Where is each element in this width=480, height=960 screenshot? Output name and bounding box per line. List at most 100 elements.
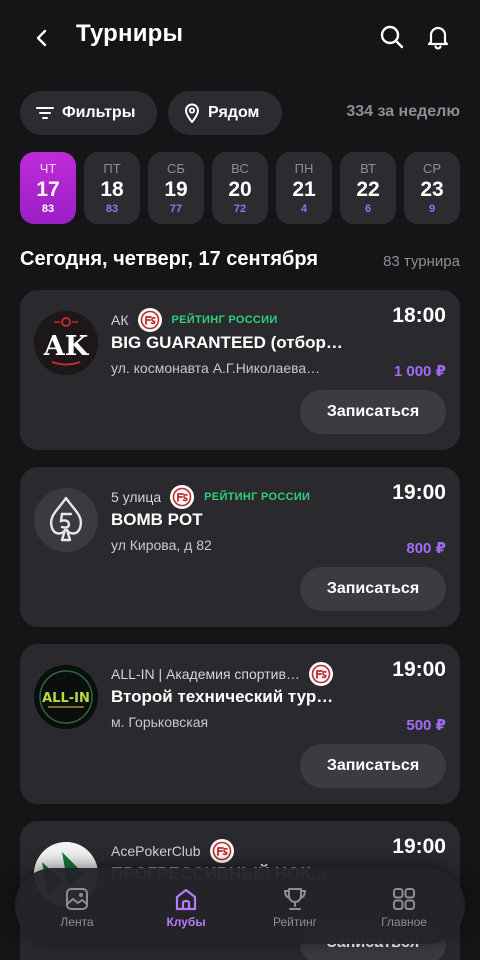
bell-icon — [427, 26, 449, 50]
date-item[interactable]: ЧТ 17 83 — [20, 152, 76, 224]
date-number: 19 — [164, 178, 188, 201]
tournament-name: Второй технический тур… — [111, 687, 334, 706]
notifications-button[interactable] — [423, 22, 453, 52]
date-number: 18 — [100, 178, 124, 201]
nearby-label: Рядом — [208, 104, 260, 121]
date-count: 4 — [300, 203, 308, 215]
tournament-time: 19:00 — [392, 658, 446, 681]
tournament-card[interactable]: 5 улица РЕЙТИНГ РОССИИ 19:00 BOMB POT ул… — [20, 467, 460, 627]
page-title: Турниры — [76, 20, 184, 47]
rating-tag: РЕЙТИНГ РОССИИ — [204, 491, 311, 503]
club-name: AcePokerClub — [111, 843, 201, 859]
date-item[interactable]: ВТ 22 6 — [340, 152, 396, 224]
date-item[interactable]: ПТ 18 83 — [84, 152, 140, 224]
nearby-button[interactable]: Рядом — [168, 91, 282, 135]
nav-item-clubs[interactable]: Клубы — [131, 868, 241, 944]
tournament-address: ул. космонавта А.Г.Николаева… — [111, 360, 321, 376]
date-weekday: ЧТ — [39, 161, 57, 176]
date-count: 83 — [105, 203, 119, 215]
date-item[interactable]: ВС 20 72 — [212, 152, 268, 224]
spade-five-logo-icon — [34, 488, 98, 552]
nav-label: Клубы — [166, 915, 206, 929]
house-icon — [175, 888, 197, 911]
bottom-navigation: Лента Клубы Рейтинг Главное — [15, 868, 465, 944]
club-line: 5 улица РЕЙТИНГ РОССИИ — [111, 485, 310, 509]
tournament-name: BIG GUARANTEED (отбор… — [111, 333, 343, 352]
signup-button[interactable]: Записаться — [300, 390, 446, 434]
date-weekday: ВС — [231, 161, 249, 176]
search-icon — [380, 25, 404, 49]
date-number: 21 — [292, 178, 316, 201]
tournament-price: 500 ₽ — [406, 717, 446, 734]
nav-label: Лента — [60, 915, 94, 929]
filters-row: Фильтры Рядом 334 за неделю — [20, 91, 460, 135]
nav-item-main[interactable]: Главное — [349, 868, 459, 944]
ak-logo-text: AK — [43, 331, 90, 362]
club-name: АК — [111, 312, 129, 328]
grid-icon — [393, 888, 415, 910]
club-line: AcePokerClub — [111, 839, 234, 863]
date-item[interactable]: СБ 19 77 — [148, 152, 204, 224]
date-weekday: СР — [422, 161, 442, 176]
date-number: 22 — [356, 178, 380, 201]
date-count: 72 — [233, 203, 247, 215]
date-number: 23 — [420, 178, 444, 201]
signup-button[interactable]: Записаться — [300, 567, 446, 611]
club-line: АК РЕЙТИНГ РОССИИ — [111, 308, 278, 332]
date-count: 6 — [364, 203, 372, 215]
tournament-address: ул Кирова, д 82 — [111, 537, 212, 553]
fs-badge-icon — [170, 485, 195, 509]
nav-item-rating[interactable]: Рейтинг — [240, 868, 350, 944]
signup-button[interactable]: Записаться — [300, 744, 446, 788]
back-button[interactable] — [28, 24, 56, 52]
back-icon — [36, 29, 47, 47]
fs-badge-icon — [137, 308, 162, 332]
date-count: 83 — [41, 203, 55, 215]
location-pin-icon — [185, 103, 199, 123]
tournament-time: 18:00 — [392, 304, 446, 327]
tournament-time: 19:00 — [392, 835, 446, 858]
filter-icon — [36, 107, 54, 119]
fs-badge-icon — [209, 839, 234, 863]
allin-logo-icon: ALL-IN — [34, 665, 98, 729]
nav-label: Рейтинг — [272, 915, 318, 929]
ak-logo-icon: AK — [34, 311, 98, 375]
date-weekday: ПТ — [103, 161, 121, 176]
club-name: 5 улица — [111, 489, 162, 505]
date-weekday: ВТ — [360, 161, 376, 176]
club-logo: AK — [34, 311, 98, 375]
trophy-icon — [283, 888, 307, 910]
fs-badge-icon — [308, 662, 333, 686]
filters-button[interactable]: Фильтры — [20, 91, 157, 135]
nav-label: Главное — [381, 915, 427, 929]
date-weekday: СБ — [167, 161, 185, 176]
tournament-card[interactable]: AK АК РЕЙТИНГ РОССИИ 18:00 BIG GUARANTEE… — [20, 290, 460, 450]
date-selector: ЧТ 17 83 ПТ 18 83 СБ 19 77 ВС 20 72 ПН 2… — [20, 152, 480, 224]
tournament-card[interactable]: ALL-IN ALL-IN | Академия спортив… 19:00 … — [20, 644, 460, 804]
date-item[interactable]: ПН 21 4 — [276, 152, 332, 224]
week-count: 334 за неделю — [346, 103, 460, 120]
tournament-price: 800 ₽ — [406, 540, 446, 557]
date-number: 17 — [36, 178, 60, 201]
date-item[interactable]: СР 23 9 — [404, 152, 460, 224]
search-button[interactable] — [377, 22, 407, 52]
date-number: 20 — [228, 178, 252, 201]
date-count: 77 — [169, 203, 183, 215]
nav-item-feed[interactable]: Лента — [22, 868, 132, 944]
app-header: Турниры — [0, 0, 480, 76]
filters-label: Фильтры — [62, 104, 136, 121]
rating-tag: РЕЙТИНГ РОССИИ — [171, 314, 278, 326]
date-weekday: ПН — [294, 161, 314, 176]
tournament-price: 1 000 ₽ — [393, 363, 446, 380]
club-name: ALL-IN | Академия спортив… — [111, 666, 300, 682]
section-count: 83 турнира — [383, 253, 460, 270]
club-logo: ALL-IN — [34, 665, 98, 729]
tournament-name: BOMB POT — [111, 510, 203, 529]
allin-logo-text: ALL-IN — [42, 691, 90, 706]
section-title: Сегодня, четверг, 17 сентября — [20, 248, 319, 270]
club-logo — [34, 488, 98, 552]
club-line: ALL-IN | Академия спортив… — [111, 662, 333, 686]
tournament-time: 19:00 — [392, 481, 446, 504]
tournament-address: м. Горьковская — [111, 714, 209, 730]
date-count: 9 — [428, 203, 436, 215]
